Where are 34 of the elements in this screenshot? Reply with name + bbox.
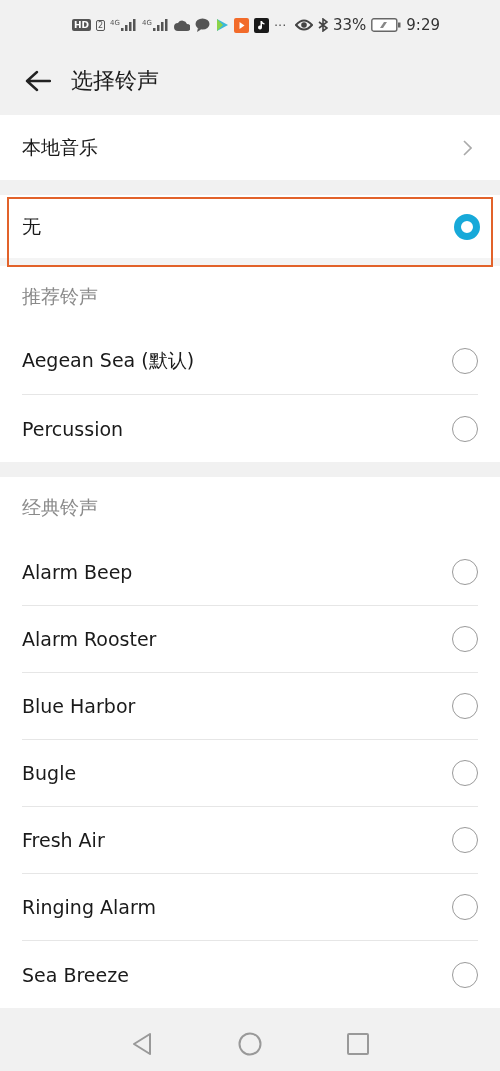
back-icon[interactable]	[25, 70, 51, 92]
video-app-icon	[233, 17, 249, 33]
ringtone-option[interactable]: Blue Harbor	[22, 673, 478, 740]
ringtone-option[interactable]: Percussion	[22, 395, 478, 462]
ringtone-option[interactable]: Fresh Air	[22, 807, 478, 874]
signal-icon	[121, 19, 137, 31]
signal-icon	[152, 19, 169, 31]
local-music-item[interactable]: 本地音乐	[0, 115, 500, 180]
bluetooth-icon	[317, 18, 328, 32]
chat-icon	[194, 18, 210, 32]
section-title: 经典铃声	[21, 495, 99, 520]
chevron-right-icon	[463, 139, 472, 156]
music-note-icon	[253, 17, 269, 33]
back-nav-icon[interactable]	[131, 1032, 153, 1056]
section-title: 推荐铃声	[21, 284, 99, 309]
clock-time: 9:29	[406, 16, 440, 34]
ringtone-option[interactable]: Alarm Beep	[22, 539, 478, 606]
battery-percent: 33%	[332, 16, 367, 34]
radio-button[interactable]	[454, 213, 480, 240]
hd-label: HD	[72, 19, 91, 31]
page-title: 选择铃声	[71, 67, 159, 95]
recents-nav-icon[interactable]	[347, 1033, 369, 1055]
ringtone-option[interactable]: Aegean Sea (默认)	[22, 328, 478, 395]
ringtone-option[interactable]: Ringing Alarm	[22, 874, 478, 941]
ringtone-option[interactable]: Alarm Rooster	[22, 606, 478, 673]
play-icon	[214, 18, 229, 32]
more-notifications: ···	[273, 17, 287, 33]
ringtone-option[interactable]: Bugle	[22, 740, 478, 807]
home-nav-icon[interactable]	[238, 1032, 262, 1056]
sim-label: 2	[96, 19, 106, 31]
ringtone-option[interactable]: Sea Breeze	[22, 941, 478, 1008]
eye-icon	[294, 19, 313, 31]
battery-icon	[371, 18, 402, 32]
cloud-icon	[173, 19, 190, 31]
